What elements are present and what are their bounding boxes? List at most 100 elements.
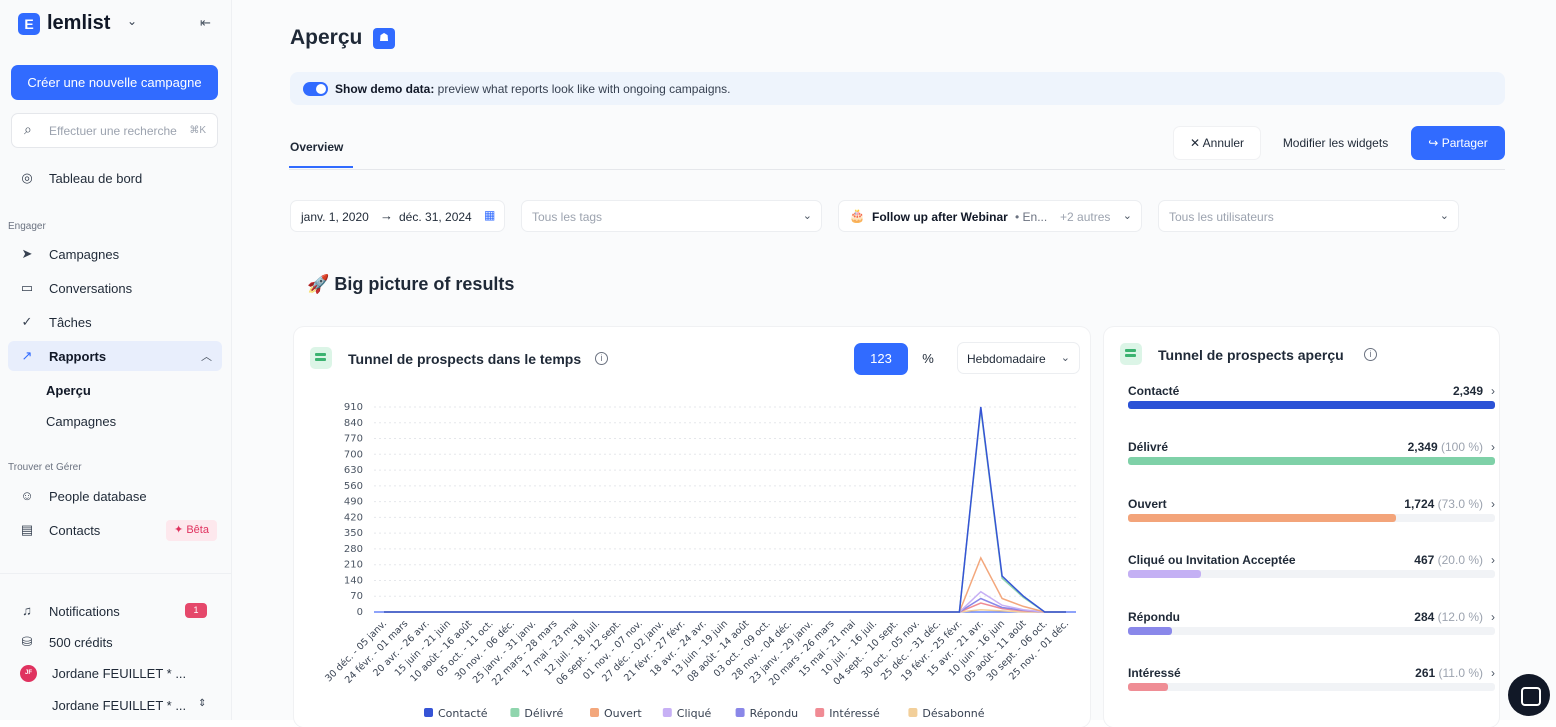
- chevron-up-icon: ︿: [201, 351, 212, 363]
- legend-swatch: [735, 708, 745, 717]
- demo-label: Show demo data:: [335, 82, 435, 96]
- funnel-overview-card: Tunnel de prospects aperçu i Contacté 2,3…: [1104, 327, 1499, 727]
- legend-label: Délivré: [524, 707, 563, 720]
- demo-description: preview what reports look like with ongo…: [434, 82, 731, 96]
- sidebar-item-campaigns[interactable]: ➤ Campagnes: [8, 239, 222, 269]
- period-value: Hebdomadaire: [967, 352, 1046, 366]
- sidebar-item-tasks[interactable]: ✓ Tâches: [8, 307, 222, 337]
- y-tick-label: 0: [357, 607, 363, 618]
- value-number: 261: [1415, 666, 1436, 680]
- users-select[interactable]: Tous les utilisateurs ⌄: [1158, 200, 1459, 232]
- date-from: janv. 1, 2020: [301, 210, 369, 224]
- card-title: Tunnel de prospects aperçu: [1158, 347, 1344, 363]
- bell-icon: ♫: [22, 603, 32, 618]
- sidebar-item-user[interactable]: Jordane FEUILLET * ...: [8, 658, 222, 688]
- inbox-icon: ▭: [20, 280, 34, 295]
- period-select[interactable]: Hebdomadaire ⌄: [957, 342, 1080, 374]
- calendar-icon: ▦: [484, 208, 496, 222]
- notifications-count-badge: 1: [185, 603, 207, 618]
- campaign-others: +2 autres: [1060, 210, 1111, 224]
- value-percent: (100 %): [1440, 440, 1483, 455]
- sidebar-item-label: Conversations: [49, 281, 133, 296]
- search-input[interactable]: ⌕ Effectuer une recherche ⌘K: [11, 113, 218, 148]
- campaign-select[interactable]: 🎂 Follow up after Webinar • En... +2 aut…: [838, 200, 1142, 232]
- sidebar-item-reports[interactable]: ↗ Rapports ︿: [8, 341, 222, 371]
- people-icon: [1120, 343, 1142, 365]
- legend-swatch: [510, 708, 520, 717]
- sidebar-item-label: Contacts: [49, 523, 101, 538]
- account-name: Jordane FEUILLET * ...: [52, 698, 187, 713]
- series-line: [384, 406, 1066, 613]
- sidebar-item-label: Rapports: [49, 349, 107, 364]
- y-tick-label: 910: [344, 402, 363, 413]
- page-title: Aperçu: [290, 26, 363, 49]
- funnel-row-label: Intéressé: [1128, 666, 1181, 680]
- sidebar-item-label: Campagnes: [49, 247, 120, 262]
- user-name: Jordane FEUILLET * ...: [52, 666, 187, 681]
- search-icon: ⌕: [24, 121, 32, 137]
- legend-swatch: [590, 708, 599, 717]
- app-name[interactable]: lemlist: [47, 12, 110, 35]
- sidebar-item-people-db[interactable]: ☺ People database: [8, 481, 222, 511]
- progress-fill: [1128, 513, 1396, 522]
- divider: [0, 573, 232, 574]
- progress-fill: [1128, 570, 1202, 579]
- sidebar-item-conversations[interactable]: ▭ Conversations: [8, 273, 222, 303]
- mode-percent-button[interactable]: %: [908, 343, 948, 375]
- info-icon[interactable]: i: [595, 352, 608, 365]
- y-tick-label: 770: [344, 434, 363, 445]
- sidebar-item-credits[interactable]: ⛁ 500 crédits: [8, 627, 222, 657]
- sidebar-item-account[interactable]: Jordane FEUILLET * ... ⇕: [8, 690, 222, 720]
- chevron-right-icon: ›: [1491, 553, 1495, 568]
- value-percent: (12.0 %): [1437, 609, 1483, 624]
- contacts-icon: ▤: [20, 522, 34, 537]
- y-tick-label: 280: [344, 544, 363, 555]
- collapse-sidebar-icon[interactable]: ⇤: [200, 15, 211, 31]
- sidebar-item-label: People database: [49, 489, 147, 504]
- new-campaign-button[interactable]: Créer une nouvelle campagne: [11, 65, 218, 100]
- legend-swatch: [908, 708, 918, 717]
- funnel-row-value: 1,724 (73.0 %): [1404, 497, 1483, 511]
- progress-track: [1128, 626, 1495, 635]
- value-percent: (20.0 %): [1437, 553, 1483, 568]
- tags-select[interactable]: Tous les tags ⌄: [521, 200, 822, 232]
- progress-track: [1128, 401, 1495, 409]
- section-engage: Engager: [8, 221, 46, 232]
- funnel-row-value: 2,349: [1453, 384, 1483, 398]
- funnel-list-icon: [310, 347, 332, 369]
- funnel-row-label: Contacté: [1128, 384, 1180, 398]
- legend-label: Ouvert: [604, 707, 642, 720]
- chat-icon[interactable]: [1508, 674, 1550, 716]
- demo-data-text: Show demo data: preview what reports loo…: [335, 82, 731, 96]
- sidebar-item-dashboard[interactable]: ◎ Tableau de bord: [8, 163, 222, 193]
- sidebar-subitem-campaigns[interactable]: Campagnes: [46, 414, 116, 429]
- sidebar-subitem-overview[interactable]: Aperçu: [46, 383, 91, 398]
- date-range-picker[interactable]: janv. 1, 2020 → déc. 31, 2024 ▦: [290, 200, 505, 232]
- edit-widgets-button[interactable]: Modifier les widgets: [1266, 126, 1405, 160]
- mode-number-button[interactable]: 123: [854, 343, 908, 375]
- graduation-cap-icon[interactable]: ☗: [373, 28, 395, 49]
- y-tick-label: 490: [344, 497, 363, 508]
- arrow-right-icon: →: [380, 208, 393, 223]
- workspace-chevron-down-icon[interactable]: ⌄: [127, 14, 137, 28]
- cancel-label: Annuler: [1202, 136, 1245, 150]
- tab-overview[interactable]: Overview: [290, 140, 343, 154]
- demo-data-toggle[interactable]: [303, 82, 328, 96]
- info-icon[interactable]: i: [1364, 348, 1377, 361]
- section-find: Trouver et Gérer: [8, 462, 82, 473]
- people-icon: ☺: [20, 488, 34, 503]
- sidebar-item-label: Tâches: [49, 315, 92, 330]
- sidebar-item-label: Notifications: [49, 604, 120, 619]
- search-placeholder: Effectuer une recherche: [49, 124, 177, 138]
- legend-swatch: [662, 708, 672, 717]
- legend-label: Intéressé: [829, 707, 880, 720]
- check-circle-icon: ✓: [21, 314, 33, 329]
- progress-track: [1128, 513, 1495, 522]
- y-tick-label: 420: [344, 512, 363, 523]
- cancel-button[interactable]: ✕ Annuler: [1173, 126, 1261, 160]
- beta-badge: ✦ Bêta: [166, 520, 217, 541]
- demo-data-banner: Show demo data: preview what reports loo…: [290, 72, 1505, 105]
- share-button[interactable]: ↪ Partager: [1411, 126, 1505, 160]
- lemlist-logo-icon[interactable]: E: [18, 13, 40, 35]
- progress-fill: [1128, 683, 1169, 691]
